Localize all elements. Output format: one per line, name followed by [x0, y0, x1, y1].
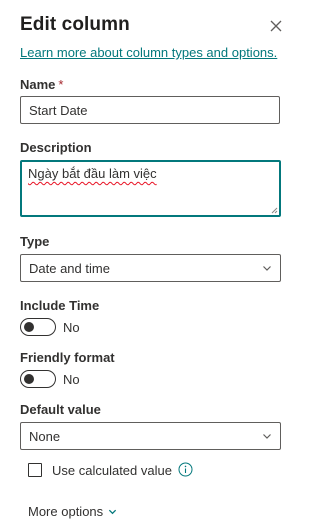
description-value: Ngày bắt đầu làm việc — [28, 166, 157, 181]
resize-handle-icon[interactable] — [270, 206, 278, 214]
name-label-text: Name — [20, 77, 56, 92]
close-icon[interactable] — [268, 18, 284, 34]
include-time-toggle[interactable] — [20, 318, 56, 336]
chevron-down-icon — [263, 434, 271, 439]
default-value-selected: None — [29, 428, 61, 444]
learn-more-link[interactable]: Learn more about column types and option… — [20, 45, 277, 60]
more-options-button[interactable]: More options — [28, 504, 117, 519]
include-time-state: No — [63, 320, 80, 335]
default-value-label: Default value — [20, 402, 101, 417]
include-time-label: Include Time — [20, 298, 100, 313]
chevron-down-icon — [263, 266, 271, 271]
chevron-down-icon — [109, 509, 117, 515]
type-label: Type — [20, 234, 50, 249]
toggle-knob — [24, 374, 34, 384]
type-dropdown[interactable]: Date and time — [20, 254, 281, 282]
panel-title: Edit column — [20, 14, 130, 35]
friendly-format-toggle[interactable] — [20, 370, 56, 388]
default-value-dropdown[interactable]: None — [20, 422, 281, 450]
friendly-format-state: No — [63, 372, 80, 387]
toggle-knob — [24, 322, 34, 332]
name-input-value: Start Date — [29, 102, 88, 118]
required-mark: * — [58, 77, 64, 92]
type-selected-value: Date and time — [29, 260, 110, 276]
name-label: Name * — [20, 77, 63, 92]
more-options-label: More options — [28, 504, 104, 519]
info-icon[interactable] — [178, 462, 193, 477]
friendly-format-label: Friendly format — [20, 350, 115, 365]
description-label: Description — [20, 140, 92, 155]
name-input[interactable]: Start Date — [20, 96, 280, 124]
description-textarea[interactable]: Ngày bắt đầu làm việc — [20, 160, 281, 217]
calculated-value-checkbox[interactable] — [28, 463, 42, 477]
calculated-value-label[interactable]: Use calculated value — [52, 463, 172, 478]
edit-column-panel: Edit column Learn more about column type… — [0, 0, 300, 526]
